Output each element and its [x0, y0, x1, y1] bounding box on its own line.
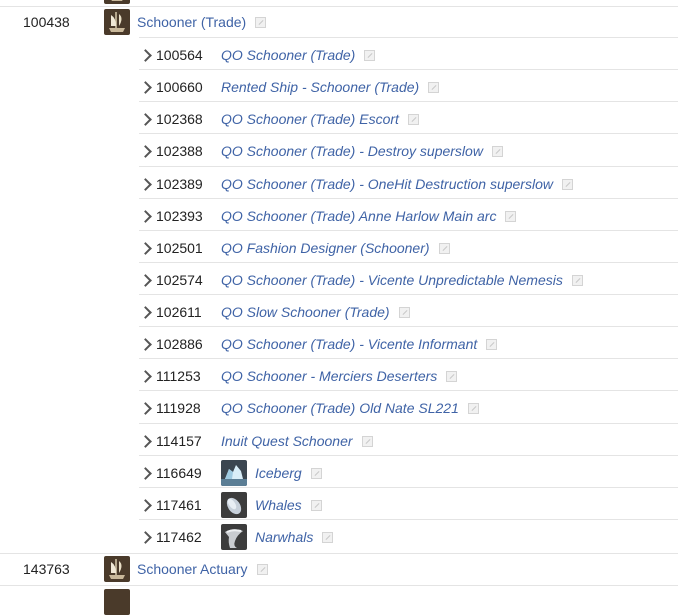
external-link-icon[interactable]: [398, 307, 410, 318]
narwhal-icon: [221, 524, 247, 550]
row-divider: [139, 166, 678, 167]
expand-chevron-icon[interactable]: [140, 498, 152, 514]
parent-id: 100438: [23, 14, 70, 30]
child-id: 102389: [156, 176, 203, 192]
child-link[interactable]: QO Schooner (Trade) - Vicente Unpredicta…: [221, 271, 583, 289]
expand-chevron-icon[interactable]: [140, 337, 152, 353]
whale-icon: [221, 492, 247, 518]
row-divider: [0, 553, 678, 554]
expand-chevron-icon[interactable]: [140, 530, 152, 546]
external-link-icon[interactable]: [322, 532, 334, 543]
expand-chevron-icon[interactable]: [140, 241, 152, 257]
parent-link[interactable]: Schooner Actuary: [137, 560, 268, 578]
child-link[interactable]: QO Schooner (Trade) Old Nate SL221: [221, 399, 479, 417]
child-id: 102388: [156, 143, 203, 159]
expand-chevron-icon[interactable]: [140, 112, 152, 128]
external-link-icon[interactable]: [364, 50, 376, 61]
external-link-icon[interactable]: [571, 275, 583, 286]
expand-chevron-icon[interactable]: [140, 434, 152, 450]
child-id: 102368: [156, 111, 203, 127]
expand-chevron-icon[interactable]: [140, 177, 152, 193]
child-id: 102574: [156, 272, 203, 288]
child-id: 102611: [156, 304, 202, 320]
child-id: 111253: [156, 368, 201, 384]
child-link[interactable]: Narwhals: [255, 528, 334, 546]
row-divider: [139, 390, 678, 391]
row-divider: [139, 326, 678, 327]
external-link-icon[interactable]: [505, 211, 517, 222]
external-link-icon[interactable]: [361, 436, 373, 447]
row-divider: [0, 6, 678, 7]
child-link[interactable]: QO Schooner (Trade) - Destroy superslow: [221, 142, 503, 160]
child-link[interactable]: QO Fashion Designer (Schooner): [221, 239, 450, 257]
row-divider: [139, 294, 678, 295]
external-link-icon[interactable]: [256, 564, 268, 575]
row-divider: [139, 519, 678, 520]
external-link-icon[interactable]: [491, 146, 503, 157]
parent-link[interactable]: Schooner (Trade): [137, 13, 267, 31]
child-id: 114157: [156, 433, 202, 449]
expand-chevron-icon[interactable]: [140, 144, 152, 160]
child-link[interactable]: QO Schooner - Merciers Deserters: [221, 367, 458, 385]
child-link[interactable]: Rented Ship - Schooner (Trade): [221, 78, 440, 96]
child-link[interactable]: Inuit Quest Schooner: [221, 432, 373, 450]
child-id: 100660: [156, 79, 203, 95]
expand-chevron-icon[interactable]: [140, 466, 152, 482]
row-divider: [139, 358, 678, 359]
external-link-icon[interactable]: [407, 114, 419, 125]
child-id: 102393: [156, 208, 203, 224]
external-link-icon[interactable]: [255, 17, 267, 28]
child-id: 100564: [156, 47, 203, 63]
ship-icon: [104, 9, 130, 35]
child-link[interactable]: Iceberg: [255, 464, 322, 482]
ship-icon: [104, 0, 130, 4]
row-divider: [139, 101, 678, 102]
external-link-icon[interactable]: [467, 403, 479, 414]
child-id: 111928: [156, 400, 201, 416]
external-link-icon[interactable]: [446, 371, 458, 382]
external-link-icon[interactable]: [486, 339, 498, 350]
row-divider: [139, 230, 678, 231]
expand-chevron-icon[interactable]: [140, 273, 152, 289]
child-id: 102886: [156, 336, 203, 352]
ship-icon: [104, 556, 130, 582]
external-link-icon[interactable]: [310, 500, 322, 511]
expand-chevron-icon[interactable]: [140, 48, 152, 64]
row-divider: [139, 133, 678, 134]
ship-icon: [104, 589, 130, 615]
child-id: 102501: [156, 240, 203, 256]
external-link-icon[interactable]: [310, 468, 322, 479]
child-link[interactable]: QO Schooner (Trade) - OneHit Destruction…: [221, 175, 573, 193]
expand-chevron-icon[interactable]: [140, 209, 152, 225]
child-id: 116649: [156, 465, 202, 481]
iceberg-icon: [221, 460, 247, 486]
child-link[interactable]: QO Schooner (Trade) Escort: [221, 110, 419, 128]
external-link-icon[interactable]: [428, 82, 440, 93]
row-divider: [139, 423, 678, 424]
parent-id: 143763: [23, 561, 70, 577]
row-divider: [139, 487, 678, 488]
row-divider: [0, 585, 678, 586]
child-link[interactable]: QO Slow Schooner (Trade): [221, 303, 410, 321]
child-link[interactable]: QO Schooner (Trade) - Vicente Informant: [221, 335, 498, 353]
row-divider: [139, 262, 678, 263]
child-link[interactable]: QO Schooner (Trade): [221, 46, 376, 64]
expand-chevron-icon[interactable]: [140, 401, 152, 417]
expand-chevron-icon[interactable]: [140, 369, 152, 385]
child-link[interactable]: Whales: [255, 496, 322, 514]
external-link-icon[interactable]: [438, 243, 450, 254]
child-link[interactable]: QO Schooner (Trade) Anne Harlow Main arc: [221, 207, 517, 225]
child-id: 117461: [156, 497, 202, 513]
row-divider: [139, 198, 678, 199]
expand-chevron-icon[interactable]: [140, 305, 152, 321]
row-divider: [139, 455, 678, 456]
expand-chevron-icon[interactable]: [140, 80, 152, 96]
row-divider: [139, 69, 678, 70]
row-divider: [139, 37, 678, 38]
child-id: 117462: [156, 529, 202, 545]
external-link-icon[interactable]: [561, 179, 573, 190]
